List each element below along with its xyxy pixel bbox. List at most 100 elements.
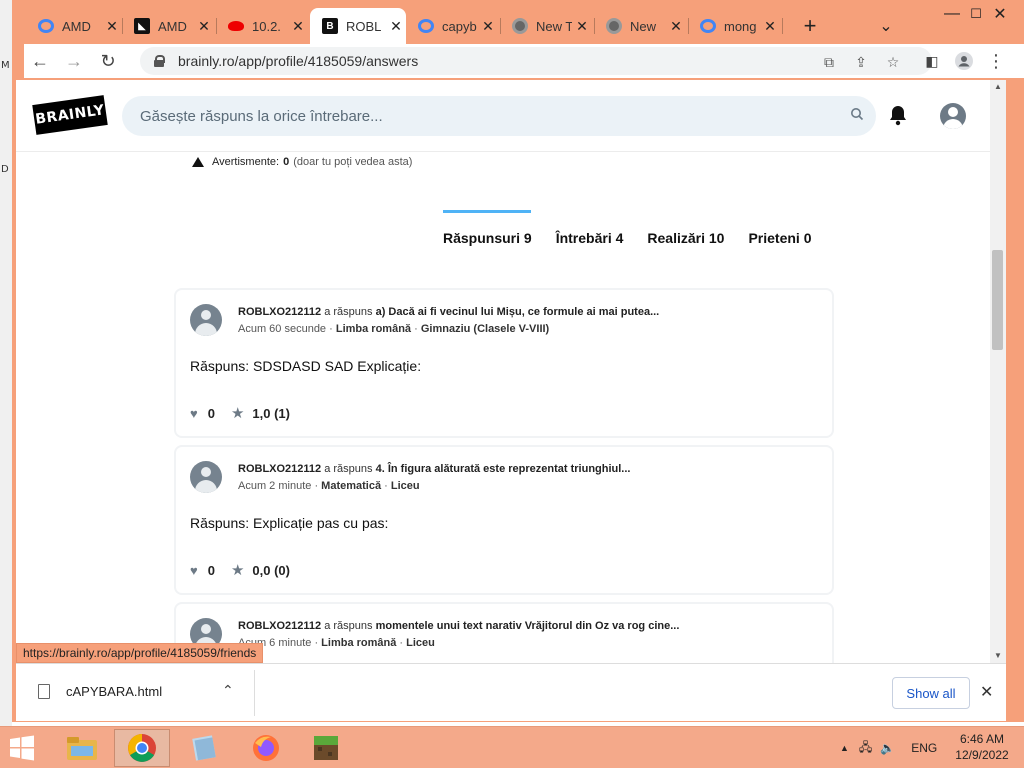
close-tab-icon[interactable]: ✕ [478, 18, 498, 35]
tab-title: New T [536, 18, 572, 34]
search-icon[interactable] [850, 107, 864, 121]
scroll-down-icon[interactable]: ▼ [990, 649, 1006, 663]
close-tab-icon[interactable]: ✕ [760, 18, 780, 35]
username-link[interactable]: ROBLXO212112 [238, 306, 321, 318]
chrome-icon [606, 18, 622, 34]
tab-new-2[interactable]: New ✕ [594, 8, 686, 44]
tab-questions[interactable]: Întrebări 4 [556, 210, 624, 250]
download-item[interactable]: cAPYBARA.html [38, 684, 162, 699]
chrome-taskbar-icon[interactable] [114, 729, 170, 767]
search-placeholder: Găsește răspuns la orice întrebare... [140, 107, 383, 125]
volume-icon[interactable]: 🔈 [880, 741, 895, 755]
close-tab-icon[interactable]: ✕ [102, 18, 122, 35]
chevron-up-icon[interactable]: ⌃ [222, 682, 234, 699]
answer-card: ROBLXO212112 a răspuns momentele unui te… [176, 604, 832, 663]
show-all-button[interactable]: Show all [892, 677, 970, 709]
menu-icon[interactable]: ⋮ [986, 51, 1006, 71]
back-icon[interactable]: ← [30, 51, 50, 71]
user-avatar[interactable] [940, 103, 966, 129]
question-link[interactable]: momentele unui text narativ Vrăjitorul d… [376, 620, 680, 632]
tab-redhat[interactable]: 10.2. ✕ [216, 8, 308, 44]
notepad-icon[interactable] [176, 729, 232, 767]
scroll-up-icon[interactable]: ▲ [990, 80, 1006, 94]
chrome-icon [512, 18, 528, 34]
tab-friends[interactable]: Prieteni 0 [748, 210, 811, 250]
share-icon[interactable]: ⇪ [852, 53, 870, 71]
close-tab-icon[interactable]: ✕ [194, 18, 214, 35]
reload-icon[interactable]: ↻ [98, 51, 118, 71]
close-tab-icon[interactable]: ✕ [386, 18, 406, 35]
new-tab-button[interactable]: + [788, 8, 832, 44]
tab-mong[interactable]: mong ✕ [688, 8, 780, 44]
rating-value: 0,0 (0) [252, 562, 290, 578]
desktop-label: D [1, 164, 9, 175]
question-link[interactable]: 4. În figura alăturată este reprezentat … [376, 463, 631, 475]
tab-title: New [630, 18, 657, 34]
minecraft-icon[interactable] [298, 729, 354, 767]
tab-capyb[interactable]: capyb ✕ [406, 8, 498, 44]
google-icon [38, 19, 54, 33]
tab-brainly[interactable]: B ROBL ✕ [310, 8, 406, 44]
network-icon[interactable]: 🖧 [859, 738, 872, 759]
translate-icon[interactable]: ⧉ [820, 53, 838, 71]
subject-link[interactable]: Matematică [321, 480, 381, 492]
avatar[interactable] [190, 461, 222, 493]
lock-icon [154, 55, 165, 67]
tab-new-1[interactable]: New T ✕ [500, 8, 592, 44]
level-link[interactable]: Liceu [406, 637, 435, 649]
answer-card: ROBLXO212112 a răspuns a) Dacă ai fi vec… [176, 290, 832, 436]
clock[interactable]: 6:46 AM 12/9/2022 [950, 731, 1014, 763]
close-tab-icon[interactable]: ✕ [288, 18, 308, 35]
brainly-logo[interactable]: BRAINLY [32, 95, 108, 135]
side-panel-icon[interactable]: ◧ [922, 51, 942, 71]
warnings-row: Avertismente: 0 (doar tu poți vedea asta… [192, 154, 412, 170]
warnings-note: (doar tu poți vedea asta) [293, 156, 413, 168]
username-link[interactable]: ROBLXO212112 [238, 620, 321, 632]
forward-icon[interactable]: → [64, 51, 84, 71]
file-explorer-icon[interactable] [54, 729, 110, 767]
windows-start-icon[interactable] [8, 735, 36, 761]
tab-answers[interactable]: Răspunsuri 9 [443, 210, 532, 250]
tab-amd[interactable]: ◣ AMD ✕ [122, 8, 214, 44]
brainly-icon: B [322, 18, 338, 34]
level-link[interactable]: Liceu [391, 480, 420, 492]
answer-stats: ♥ 0 ★ 0,0 (0) [190, 561, 290, 579]
tab-search-button[interactable]: ⌄ [864, 8, 908, 44]
subject-link[interactable]: Limba română [321, 637, 396, 649]
profile-icon[interactable] [954, 51, 974, 71]
subject-link[interactable]: Limba română [336, 323, 411, 335]
star-icon[interactable]: ★ [231, 561, 244, 579]
toolbar: ← → ↻ brainly.ro/app/profile/4185059/ans… [24, 44, 1024, 78]
tray-expand-icon[interactable]: ▲ [840, 743, 849, 753]
close-icon[interactable]: ✕ [980, 682, 993, 702]
address-bar[interactable]: brainly.ro/app/profile/4185059/answers ⧉… [140, 47, 932, 75]
heart-icon[interactable]: ♥ [190, 406, 198, 421]
notifications-bell-icon[interactable] [888, 104, 908, 126]
answer-meta: Acum 60 secunde · Limba română · Gimnazi… [238, 323, 550, 335]
username-link[interactable]: ROBLXO212112 [238, 463, 321, 475]
close-tab-icon[interactable]: ✕ [666, 18, 686, 35]
firefox-icon[interactable] [238, 729, 294, 767]
scrollbar-thumb[interactable] [992, 250, 1003, 350]
page-scrollbar[interactable]: ▲ ▼ [990, 80, 1006, 663]
answer-header: ROBLXO212112 a răspuns 4. În figura alăt… [238, 463, 630, 475]
avatar[interactable] [190, 304, 222, 336]
tab-amd-google[interactable]: AMD ✕ [26, 8, 122, 44]
file-icon [38, 684, 50, 699]
close-window-button[interactable]: ✕ [978, 0, 1022, 28]
desktop-label: M [1, 60, 10, 71]
star-icon[interactable]: ★ [231, 404, 244, 422]
close-tab-icon[interactable]: ✕ [572, 18, 592, 35]
search-input[interactable]: Găsește răspuns la orice întrebare... [122, 96, 876, 136]
language-indicator[interactable]: ENG [911, 741, 937, 755]
level-link[interactable]: Gimnaziu (Clasele V-VIII) [421, 323, 549, 335]
answer-header: ROBLXO212112 a răspuns momentele unui te… [238, 620, 679, 632]
answer-time: Acum 2 minute [238, 480, 312, 492]
tab-title: capyb [442, 18, 477, 34]
question-link[interactable]: a) Dacă ai fi vecinul lui Mișu, ce formu… [376, 306, 660, 318]
google-icon [700, 19, 716, 33]
answer-verb: a răspuns [324, 306, 373, 318]
tab-achievements[interactable]: Realizări 10 [647, 210, 724, 250]
bookmark-star-icon[interactable]: ☆ [884, 53, 902, 71]
heart-icon[interactable]: ♥ [190, 563, 198, 578]
